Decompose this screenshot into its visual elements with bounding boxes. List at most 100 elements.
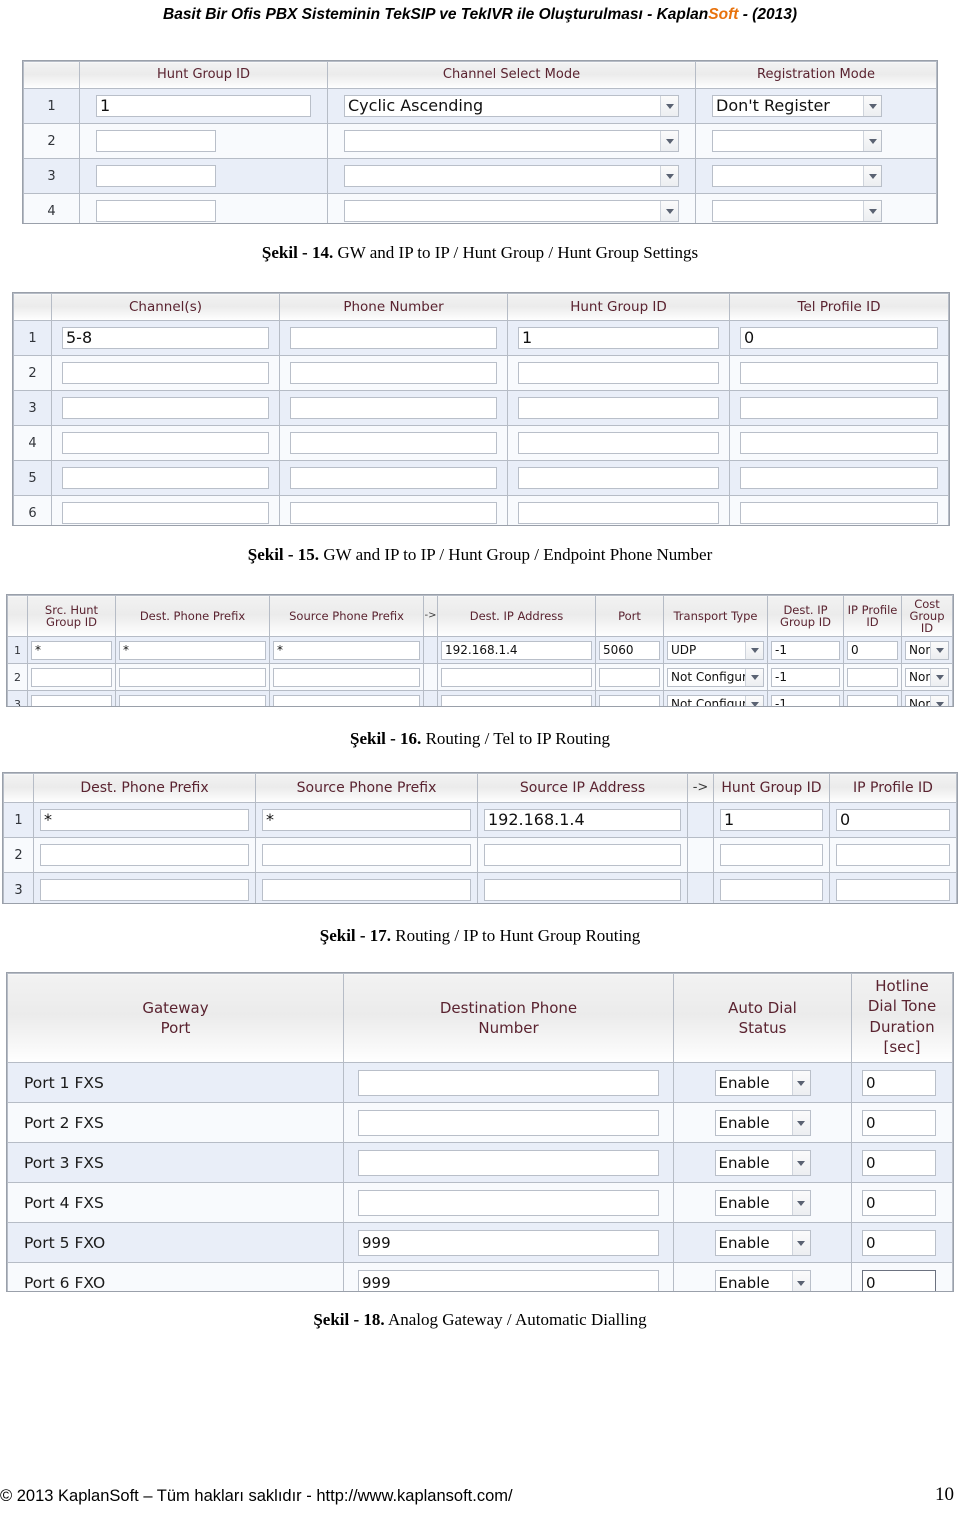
phone-number-input[interactable] [290,467,497,489]
channels-input[interactable] [62,467,269,489]
dest-phone-prefix-input[interactable] [119,667,266,687]
source-ip-address-input[interactable]: 192.168.1.4 [484,809,681,831]
channel-select-mode-dropdown[interactable] [344,130,679,152]
hunt-group-id-input[interactable] [720,844,823,866]
ip-profile-id-input[interactable] [836,879,950,901]
row-number: 3 [3,872,34,903]
cost-group-id-dropdown[interactable]: None [905,694,949,706]
tel-profile-id-input[interactable] [740,397,938,419]
dest-ip-address-input[interactable]: 192.168.1.4 [441,640,592,660]
transport-type-dropdown[interactable]: Not Configured [667,694,764,706]
source-phone-prefix-input[interactable] [273,667,420,687]
src-hunt-group-id-input[interactable] [31,694,112,706]
channel-select-mode-dropdown[interactable] [344,200,679,222]
auto-dial-status-dropdown[interactable]: Enable [714,1069,811,1096]
hunt-group-id-input[interactable] [96,200,216,222]
hunt-group-id-input[interactable] [96,165,216,187]
dest-ip-group-id-input[interactable]: -1 [771,640,840,660]
ip-profile-id-input[interactable]: 0 [847,640,898,660]
phone-number-input[interactable] [290,502,497,524]
auto-dial-status-dropdown[interactable]: Enable [714,1229,811,1256]
source-ip-address-input[interactable] [484,844,681,866]
destination-phone-number-input[interactable] [358,1109,659,1136]
tel-profile-id-input[interactable] [740,362,938,384]
hotline-duration-input[interactable]: 0 [862,1229,936,1256]
channels-input[interactable] [62,502,269,524]
source-ip-address-input[interactable] [484,879,681,901]
source-phone-prefix-input[interactable] [273,694,420,706]
destination-phone-number-input[interactable]: 999 [358,1229,659,1256]
dest-ip-address-input[interactable] [441,667,592,687]
channels-input[interactable] [62,397,269,419]
cost-group-id-dropdown[interactable]: None [905,667,949,687]
source-phone-prefix-input[interactable] [262,879,471,901]
ip-profile-id-input[interactable] [847,667,898,687]
source-phone-prefix-input[interactable] [262,844,471,866]
registration-mode-dropdown[interactable]: Don't Register [712,95,882,117]
cost-group-id-dropdown[interactable]: None [905,640,949,660]
destination-phone-number-input[interactable] [358,1149,659,1176]
channels-input[interactable] [62,432,269,454]
phone-number-input[interactable] [290,397,497,419]
tel-profile-id-input[interactable]: 0 [740,327,938,349]
registration-mode-dropdown[interactable] [712,130,882,152]
src-hunt-group-id-input[interactable]: * [31,640,112,660]
source-phone-prefix-input[interactable]: * [273,640,420,660]
hotline-duration-input[interactable]: 0 [862,1189,936,1216]
hunt-group-id-input[interactable] [96,130,216,152]
ip-profile-id-input[interactable] [836,844,950,866]
auto-dial-status-dropdown[interactable]: Enable [714,1269,811,1291]
hotline-duration-wrap: 0 [856,1149,948,1176]
dest-ip-group-id-input[interactable]: -1 [771,667,840,687]
hunt-group-id-input[interactable] [518,432,719,454]
registration-mode-dropdown[interactable] [712,165,882,187]
hunt-group-id-input[interactable] [518,502,719,524]
hunt-group-id-input[interactable] [518,467,719,489]
dest-phone-prefix-input[interactable]: * [119,640,266,660]
tel-profile-id-input[interactable] [740,432,938,454]
cell-source-phone-prefix [269,663,424,692]
transport-type-dropdown[interactable]: UDP [667,640,764,660]
ip-profile-id-input[interactable]: 0 [836,809,950,831]
src-hunt-group-id-input[interactable] [31,667,112,687]
dest-phone-prefix-input[interactable] [40,879,249,901]
hunt-group-id-input[interactable] [518,397,719,419]
registration-mode-dropdown[interactable] [712,200,882,222]
destination-phone-number-input[interactable]: 999 [358,1269,659,1291]
tel-profile-id-input[interactable] [740,467,938,489]
hotline-duration-input[interactable]: 0 [862,1109,936,1136]
destination-phone-number-input[interactable] [358,1189,659,1216]
channel-select-mode-dropdown[interactable]: Cyclic Ascending [344,95,679,117]
channels-input[interactable]: 5-8 [62,327,269,349]
dest-ip-address-input[interactable] [441,694,592,706]
dest-phone-prefix-input[interactable] [40,844,249,866]
port-input[interactable]: 5060 [599,640,660,660]
port-input[interactable] [599,667,660,687]
hotline-duration-input[interactable]: 0 [862,1269,936,1291]
dest-phone-prefix-input[interactable] [119,694,266,706]
auto-dial-status-dropdown[interactable]: Enable [714,1149,811,1176]
source-phone-prefix-input[interactable]: * [262,809,471,831]
tel-profile-id-input[interactable] [740,502,938,524]
destination-phone-number-input[interactable] [358,1069,659,1096]
hunt-group-id-input[interactable] [720,879,823,901]
hunt-group-id-input[interactable] [518,362,719,384]
hunt-group-id-input[interactable]: 1 [720,809,823,831]
hotline-duration-input[interactable]: 0 [862,1069,936,1096]
cell-channels [51,425,280,461]
auto-dial-status-dropdown[interactable]: Enable [714,1189,811,1216]
auto-dial-status-dropdown[interactable]: Enable [714,1109,811,1136]
phone-number-input[interactable] [290,362,497,384]
phone-number-input[interactable] [290,327,497,349]
hunt-group-id-input[interactable]: 1 [518,327,719,349]
port-input[interactable] [599,694,660,706]
channel-select-mode-dropdown[interactable] [344,165,679,187]
ip-profile-id-input[interactable] [847,694,898,706]
transport-type-dropdown[interactable]: Not Configured [667,667,764,687]
phone-number-input[interactable] [290,432,497,454]
hunt-group-id-input[interactable]: 1 [96,95,311,117]
hotline-duration-input[interactable]: 0 [862,1149,936,1176]
dest-phone-prefix-input[interactable]: * [40,809,249,831]
dest-ip-group-id-input[interactable]: -1 [771,694,840,706]
channels-input[interactable] [62,362,269,384]
